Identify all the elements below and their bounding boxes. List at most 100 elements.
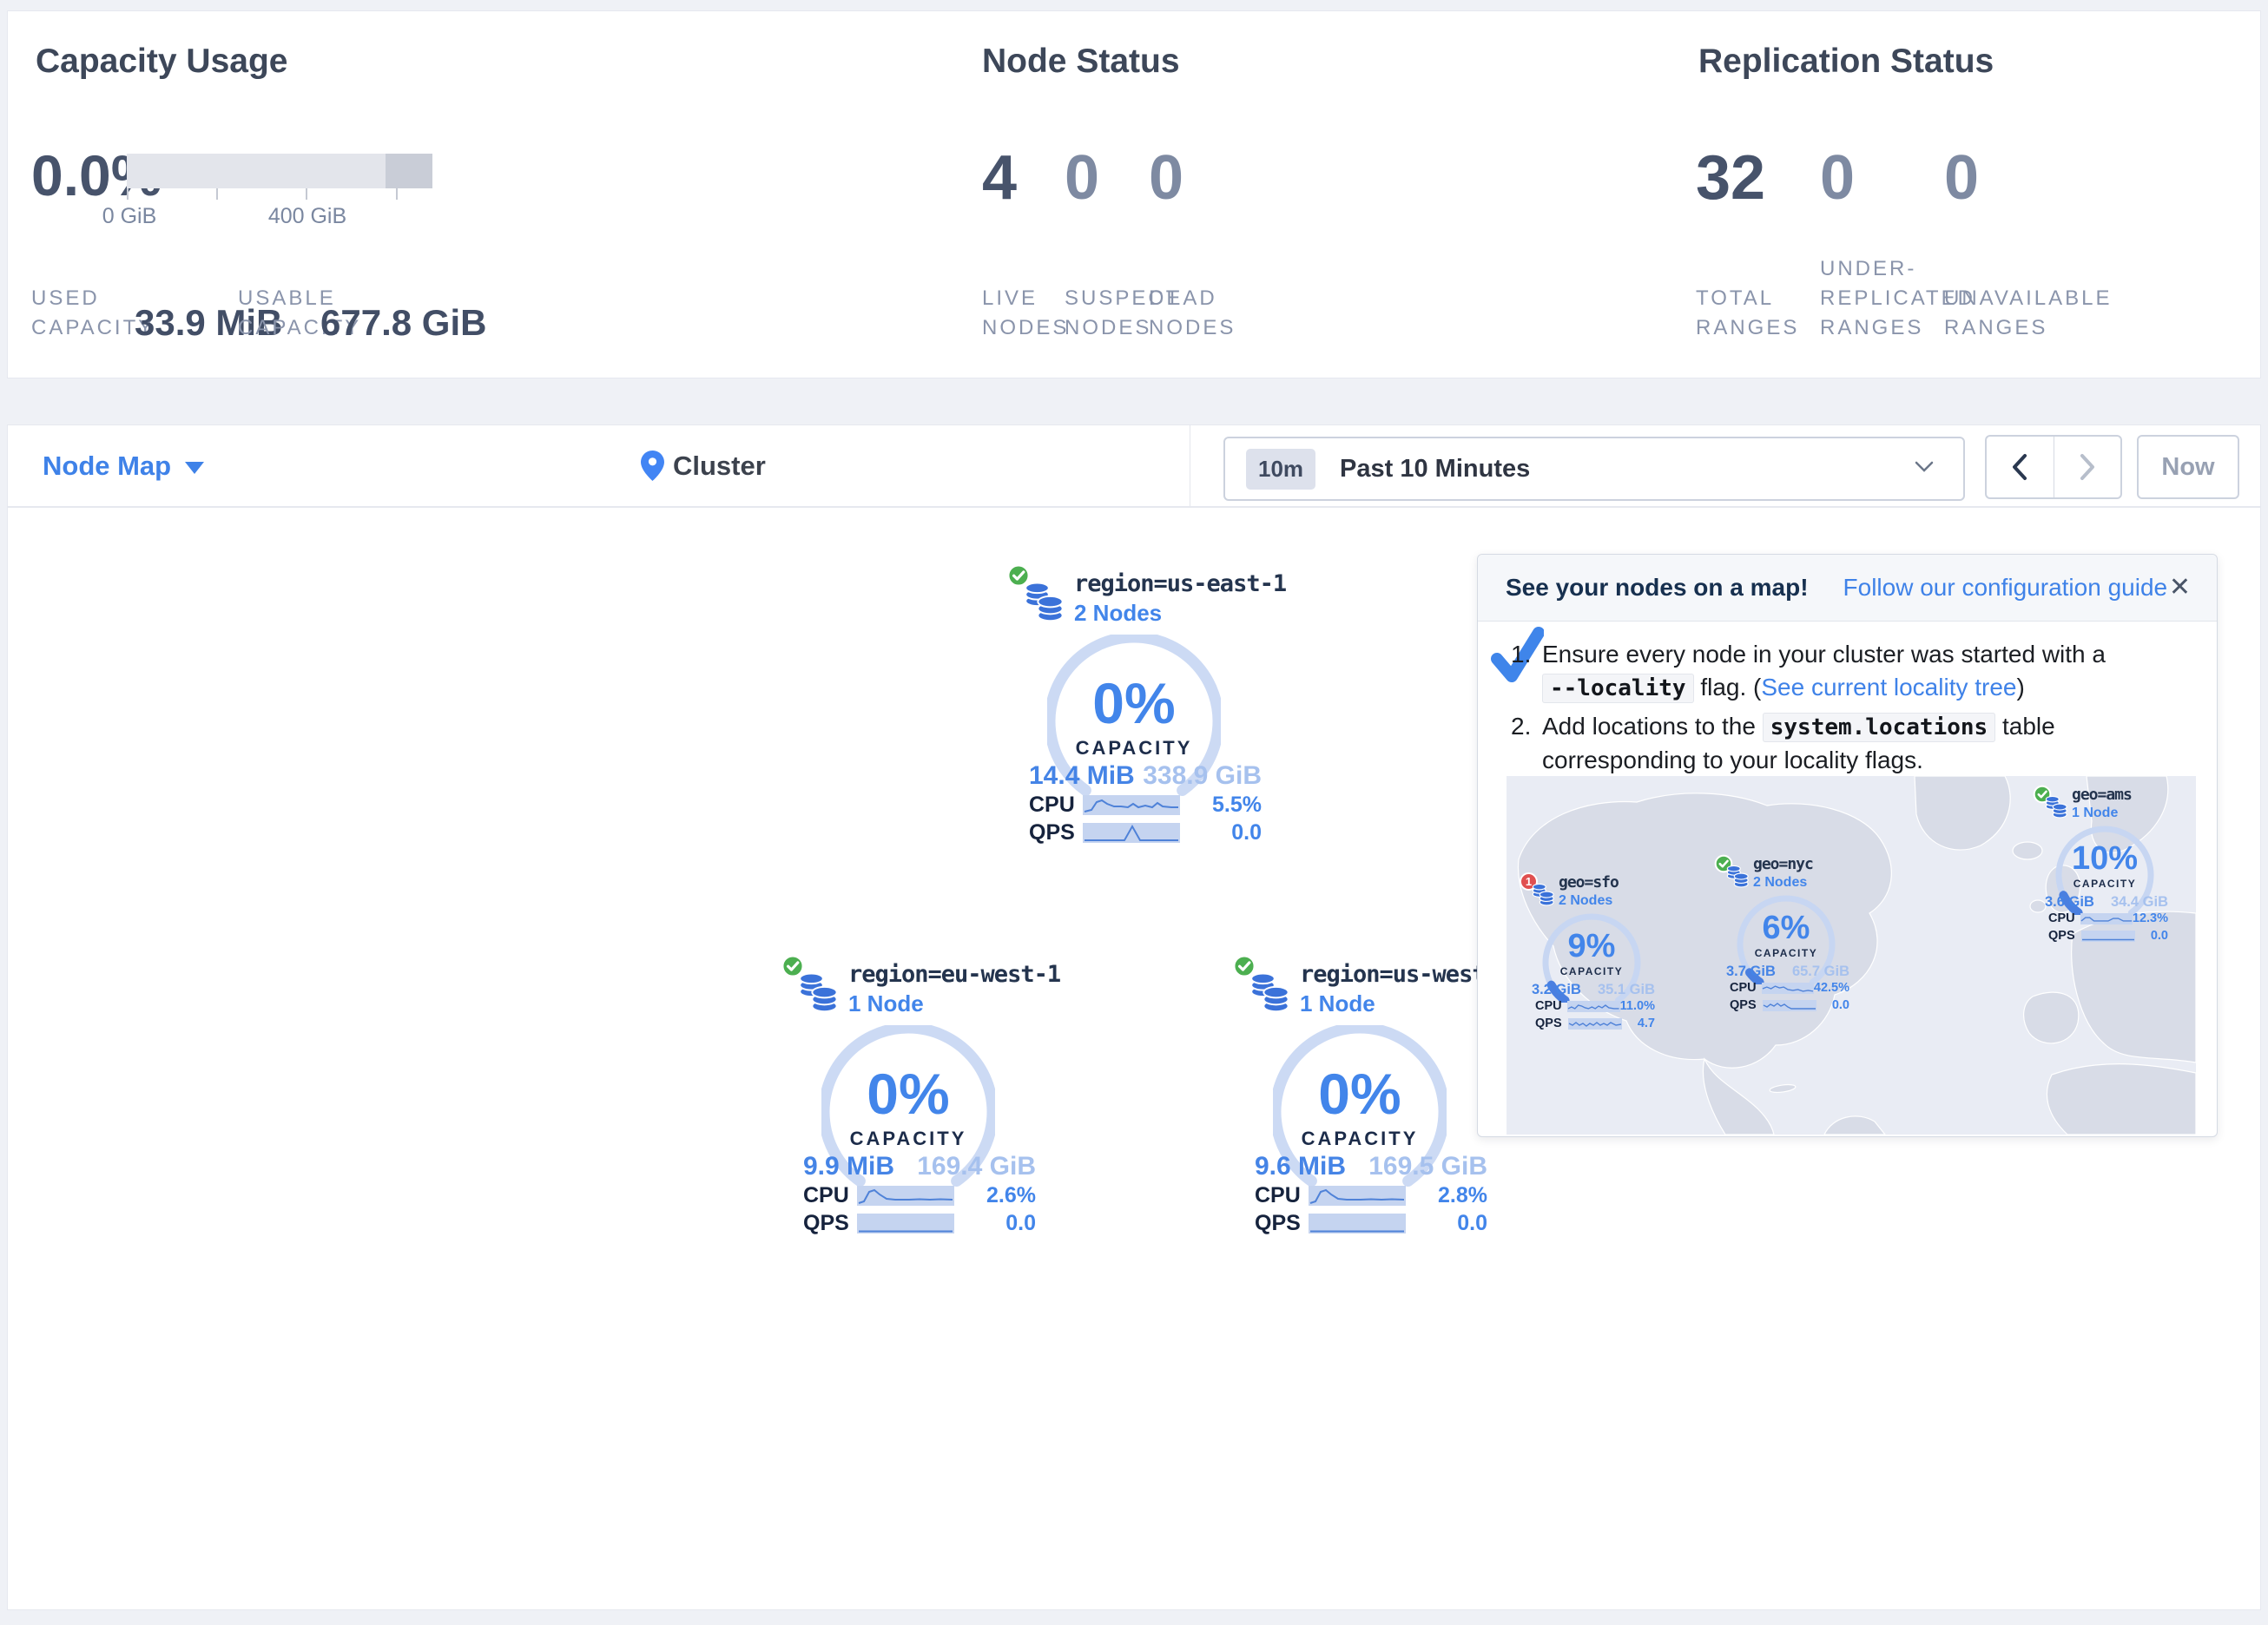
locality-name: region=eu-west-1 (848, 961, 1060, 988)
map-locality-sfo[interactable]: 1 geo=sfo 2 Nodes 9% CAPACITY 3.2 GiB 35… (1518, 868, 1665, 1042)
cpu-sparkline (1567, 1001, 1620, 1012)
qps-value: 0.0 (1816, 998, 1849, 1012)
qps-label: QPS (1029, 820, 1083, 845)
database-stack-icon (796, 971, 840, 1015)
cpu-value: 12.3% (2133, 911, 2168, 925)
close-icon[interactable]: ✕ (2169, 572, 2191, 602)
usable-capacity-value: 677.8 GiB (320, 305, 486, 341)
total-capacity: 338.9 GiB (1143, 761, 1262, 791)
total-capacity: 35.1 GiB (1598, 982, 1655, 998)
locality-card-eu-west-1[interactable]: region=eu-west-1 1 Node 0% CAPACITY 9.9 … (784, 954, 1045, 1249)
replication-status-title: Replication Status (1698, 43, 1994, 81)
total-capacity: 65.7 GiB (1792, 964, 1849, 980)
dead-nodes-value: 0 (1149, 147, 1183, 209)
database-stack-icon (1725, 865, 1750, 889)
view-selector-dropdown[interactable]: Node Map (43, 425, 204, 506)
cpu-label: CPU (1730, 981, 1762, 995)
unavailable-label: UNAVAILABLE RANGES (1944, 284, 2144, 343)
capacity-percent: 0% (1047, 674, 1221, 732)
map-locality-nyc[interactable]: geo=nyc 2 Nodes 6% CAPACITY 3.7 GiB 65.7… (1712, 850, 1860, 1023)
qps-value: 0.0 (2135, 929, 2168, 943)
cpu-sparkline (1083, 795, 1180, 815)
node-status-title: Node Status (982, 43, 1180, 81)
cpu-value: 2.6% (954, 1183, 1036, 1208)
time-step-forward-button[interactable] (2054, 437, 2121, 497)
locality-card-us-east-1[interactable]: region=us-east-1 2 Nodes 0% CAPACITY 14.… (1010, 563, 1270, 859)
locality-nodes-link[interactable]: 1 Node (848, 990, 924, 1017)
total-capacity: 169.4 GiB (917, 1152, 1036, 1181)
cpu-sparkline (1762, 983, 1814, 994)
used-capacity: 3.7 GiB (1726, 964, 1776, 980)
capacity-bar (127, 154, 432, 188)
now-button[interactable]: Now (2137, 435, 2239, 499)
cpu-sparkline (1309, 1186, 1406, 1206)
cpu-label: CPU (1535, 999, 1567, 1013)
cpu-value: 42.5% (1814, 981, 1849, 995)
map-locality-ams[interactable]: geo=ams 1 Node 10% CAPACITY 3.6 GiB 34.4… (2031, 780, 2179, 954)
locality-tree-link[interactable]: See current locality tree (1761, 674, 2016, 701)
capacity-percent: 9% (1541, 930, 1642, 963)
time-step-back-button[interactable] (1987, 437, 2054, 497)
location-pin-icon (641, 451, 664, 481)
dead-nodes-label: DEAD NODES (1149, 284, 1253, 343)
node-map-canvas: region=us-east-1 2 Nodes 0% CAPACITY 14.… (7, 507, 2261, 1610)
qps-sparkline (2081, 931, 2135, 942)
qps-value: 0.0 (1406, 1211, 1487, 1236)
capacity-percent: 6% (1736, 911, 1836, 944)
configuration-steps: 1. Ensure every node in your cluster was… (1511, 638, 2195, 782)
used-capacity: 9.6 MiB (1255, 1152, 1346, 1181)
capacity-bar-tail (386, 154, 432, 188)
under-replicated-value: 0 (1820, 147, 1855, 209)
qps-label: QPS (2048, 929, 2081, 943)
capacity-usage-title: Capacity Usage (36, 43, 287, 81)
locality-nodes-link[interactable]: 1 Node (1300, 990, 1375, 1017)
configuration-guide-link[interactable]: Follow our configuration guide (1843, 574, 2168, 602)
unavailable-value: 0 (1944, 147, 1979, 209)
locality-flag-code: --locality (1542, 674, 1694, 703)
capacity-tick-0: 0 GiB (102, 204, 157, 229)
locality-nodes-link[interactable]: 2 Nodes (1559, 893, 1612, 909)
chevron-right-icon (2078, 452, 2097, 482)
breadcrumb[interactable]: Cluster (641, 425, 766, 506)
time-range-dropdown[interactable]: 10m Past 10 Minutes (1223, 437, 1965, 501)
capacity-label: CAPACITY (821, 1128, 995, 1150)
qps-label: QPS (1730, 998, 1763, 1012)
qps-label: QPS (1535, 1016, 1568, 1030)
total-capacity: 34.4 GiB (2111, 894, 2168, 911)
step-2: 2. Add locations to the system.locations… (1511, 710, 2195, 777)
qps-sparkline (1568, 1018, 1622, 1030)
capacity-percent: 0% (821, 1065, 995, 1122)
capacity-label: CAPACITY (1541, 965, 1642, 977)
locality-name: geo=sfo (1559, 873, 1619, 891)
popup-title: See your nodes on a map! (1506, 574, 1809, 602)
qps-label: QPS (803, 1211, 857, 1236)
locality-nodes-link[interactable]: 2 Nodes (1753, 875, 1807, 891)
locality-nodes-link[interactable]: 2 Nodes (1074, 600, 1162, 627)
time-range-label: Past 10 Minutes (1340, 455, 1530, 484)
database-stack-icon (1248, 971, 1291, 1015)
locality-card-us-west-1[interactable]: region=us-west-1 1 Node 0% CAPACITY 9.6 … (1236, 954, 1496, 1249)
database-stack-icon (2044, 795, 2068, 819)
capacity-label: CAPACITY (1047, 737, 1221, 760)
total-ranges-label: TOTAL RANGES (1696, 284, 1800, 343)
locality-name: geo=ams (2072, 786, 2132, 804)
cpu-sparkline (857, 1186, 954, 1206)
used-capacity-label: USED CAPACITY (31, 284, 144, 343)
capacity-label: CAPACITY (2054, 878, 2155, 890)
qps-sparkline (1763, 1000, 1816, 1011)
capacity-percent: 0% (1273, 1065, 1447, 1122)
breadcrumb-label: Cluster (673, 451, 766, 482)
total-capacity: 169.5 GiB (1368, 1152, 1487, 1181)
total-ranges-value: 32 (1696, 147, 1765, 209)
cluster-summary-panel: Capacity Usage 0.0% 0 GiB 400 GiB USED C… (7, 10, 2261, 378)
cpu-label: CPU (1255, 1183, 1309, 1208)
suspect-nodes-value: 0 (1065, 147, 1099, 209)
chevron-down-icon (1915, 461, 1934, 473)
cpu-label: CPU (803, 1183, 857, 1208)
step-1: 1. Ensure every node in your cluster was… (1511, 638, 2195, 705)
cpu-value: 5.5% (1180, 793, 1262, 818)
live-nodes-value: 4 (982, 147, 1017, 209)
qps-label: QPS (1255, 1211, 1309, 1236)
locality-nodes-link[interactable]: 1 Node (2072, 806, 2118, 821)
cpu-value: 2.8% (1406, 1183, 1487, 1208)
